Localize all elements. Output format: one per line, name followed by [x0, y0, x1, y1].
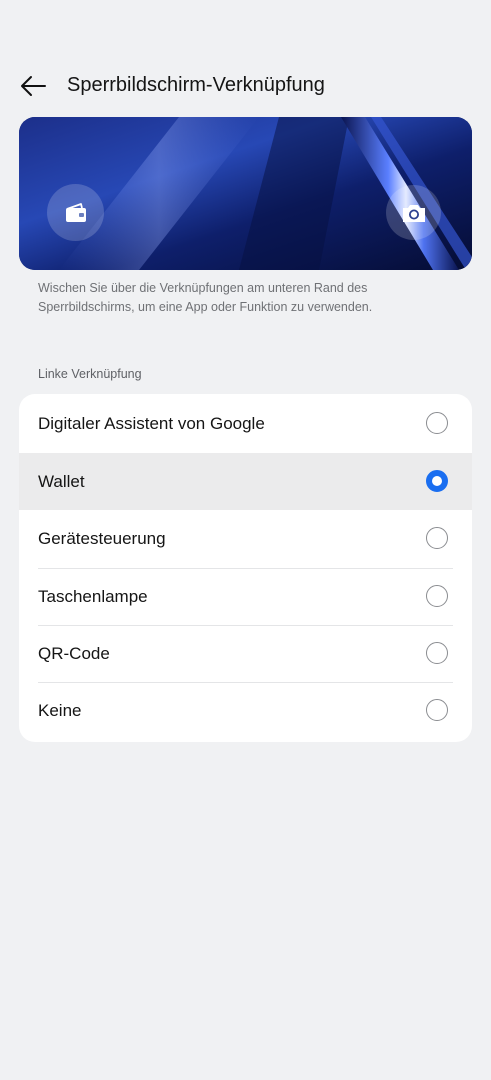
top-app-bar: Sperrbildschirm-Verknüpfung	[0, 62, 491, 110]
section-label: Linke Verknüpfung	[38, 367, 142, 381]
wallet-icon	[65, 202, 86, 222]
option-wallet[interactable]: Wallet	[19, 453, 472, 510]
option-label: Digitaler Assistent von Google	[38, 413, 265, 433]
radio-button[interactable]	[426, 641, 448, 664]
preview-left-shortcut	[47, 184, 104, 241]
option-none[interactable]: Keine	[19, 682, 472, 739]
radio-button-checked[interactable]	[426, 469, 448, 492]
radio-button[interactable]	[426, 526, 448, 549]
option-label: Keine	[38, 700, 82, 720]
page-title: Sperrbildschirm-Verknüpfung	[67, 74, 325, 96]
lockscreen-preview	[19, 117, 472, 270]
option-device-controls[interactable]: Gerätesteuerung	[19, 510, 472, 567]
option-qr-code[interactable]: QR-Code	[19, 625, 472, 682]
option-flashlight[interactable]: Taschenlampe	[19, 568, 472, 625]
radio-button[interactable]	[426, 411, 448, 434]
option-label: Gerätesteuerung	[38, 528, 166, 548]
preview-right-shortcut	[386, 185, 441, 240]
option-label: QR-Code	[38, 643, 110, 663]
options-card: Digitaler Assistent von Google Wallet Ge…	[19, 394, 472, 742]
option-label: Wallet	[38, 471, 85, 491]
radio-button[interactable]	[426, 584, 448, 607]
radio-button[interactable]	[426, 698, 448, 721]
description-text: Wischen Sie über die Verknüpfungen am un…	[38, 281, 373, 314]
option-label: Taschenlampe	[38, 586, 148, 606]
back-button[interactable]	[14, 68, 52, 104]
camera-icon	[402, 204, 425, 222]
option-digital-assistant[interactable]: Digitaler Assistent von Google	[19, 395, 472, 452]
arrow-left-icon	[21, 76, 46, 96]
